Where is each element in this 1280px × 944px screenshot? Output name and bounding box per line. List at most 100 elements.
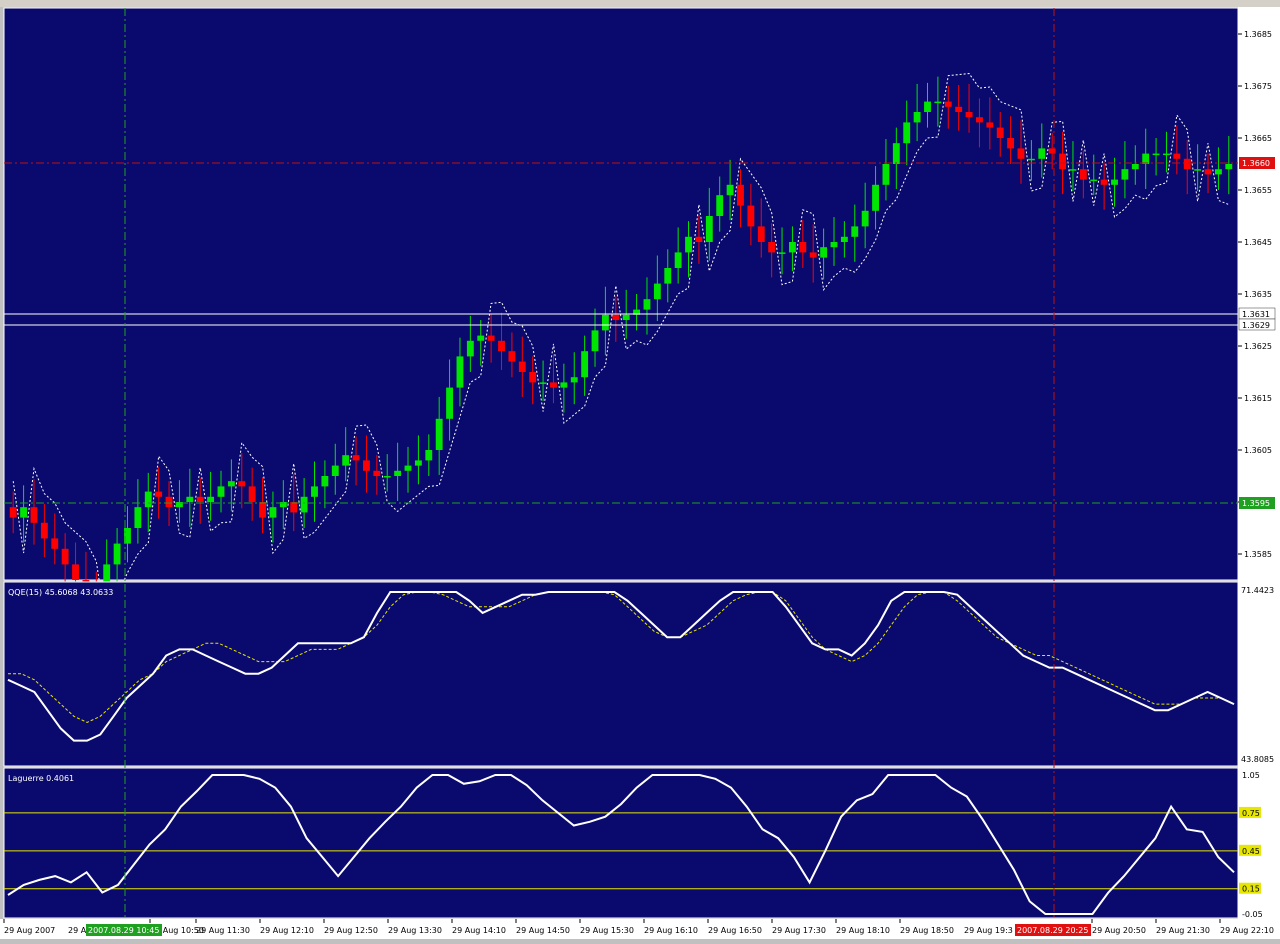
candle-bull bbox=[705, 216, 713, 242]
laguerre-panel[interactable] bbox=[3, 767, 1239, 919]
candle-bear bbox=[40, 522, 48, 539]
time-axis-label: 29 Aug 12:10 bbox=[260, 926, 314, 935]
candle-bull bbox=[924, 101, 931, 112]
candle-bull bbox=[778, 252, 786, 254]
candle-bull bbox=[934, 101, 942, 104]
candle-bull bbox=[840, 236, 848, 242]
candle-bull bbox=[394, 470, 402, 476]
candle-bear bbox=[290, 502, 298, 513]
candle-bear bbox=[1183, 158, 1191, 170]
price-tick-label: 1.3665 bbox=[1244, 134, 1272, 143]
time-axis-label: 29 Aug 22:10 bbox=[1220, 926, 1274, 935]
candle-bear bbox=[757, 226, 765, 242]
toolbar-strip bbox=[0, 0, 1280, 7]
candle-bull bbox=[1225, 164, 1233, 170]
qqe-title: QQE(15) 45.6068 43.0633 bbox=[8, 588, 113, 597]
candle-bear bbox=[768, 242, 776, 253]
candle-bull bbox=[300, 496, 308, 513]
candle-bear bbox=[809, 252, 817, 258]
laguerre-tick-label: 0.15 bbox=[1242, 885, 1260, 894]
time-axis-label: 29 Aug 14:10 bbox=[452, 926, 506, 935]
candle-bear bbox=[487, 335, 495, 341]
time-axis-label: 29 Aug 11:30 bbox=[196, 926, 250, 935]
candle-bull bbox=[144, 491, 152, 508]
candle-bear bbox=[1048, 148, 1056, 154]
bid-marker-label: 1.3660 bbox=[1242, 159, 1270, 168]
candle-bear bbox=[944, 101, 952, 107]
price-tick-label: 1.3605 bbox=[1244, 446, 1272, 455]
candle-bull bbox=[113, 543, 121, 565]
candle-bull bbox=[186, 496, 194, 502]
candle-bull bbox=[591, 330, 599, 352]
candle-bull bbox=[581, 351, 589, 378]
candle-bull bbox=[456, 356, 464, 388]
laguerre-tick-label: 1.05 bbox=[1242, 771, 1260, 780]
candle-bull bbox=[311, 486, 318, 497]
cursor-time-left-label: 2007.08.29 10:45 bbox=[88, 926, 159, 935]
candle-bull bbox=[820, 247, 828, 258]
candle-bull bbox=[1069, 169, 1077, 171]
candle-bull bbox=[1090, 179, 1098, 182]
time-axis-label: 29 Aug 20:50 bbox=[1092, 926, 1146, 935]
time-axis-label-partial: 29 A bbox=[68, 926, 87, 935]
candle-bull bbox=[1152, 153, 1160, 156]
candle-bear bbox=[165, 496, 173, 508]
candle-bear bbox=[1204, 169, 1212, 175]
candle-bear bbox=[550, 382, 557, 388]
candle-bear bbox=[9, 507, 17, 518]
candle-bear bbox=[498, 340, 505, 352]
time-axis-label: 29 Aug 21:30 bbox=[1156, 926, 1210, 935]
time-axis-label: 29 Aug 16:10 bbox=[644, 926, 698, 935]
chart-canvas[interactable]: 1.3685 1.3675 1.3665 1.3655 1.3645 1.3635 1.36… bbox=[0, 0, 1280, 939]
candle-bear bbox=[373, 470, 381, 476]
time-axis-label-partial-right: 29 Aug 19:3 bbox=[964, 926, 1013, 935]
candle-bull bbox=[539, 382, 547, 384]
candle-bull bbox=[830, 242, 838, 248]
candle-bull bbox=[851, 226, 859, 237]
candle-bull bbox=[134, 507, 142, 528]
time-axis-label: 29 Aug 17:30 bbox=[772, 926, 826, 935]
candle-bull bbox=[560, 382, 568, 388]
candle-bear bbox=[965, 112, 973, 118]
candle-bull bbox=[20, 507, 28, 518]
price-tick-label: 1.3615 bbox=[1244, 394, 1272, 403]
candle-bull bbox=[342, 455, 350, 466]
candle-bear bbox=[518, 361, 526, 372]
candle-bull bbox=[321, 476, 329, 487]
hline-upper-label: 1.3631 bbox=[1242, 310, 1270, 319]
candle-bull bbox=[601, 314, 609, 331]
time-axis-label: 29 Aug 13:30 bbox=[388, 926, 442, 935]
trading-chart[interactable]: 1.3685 1.3675 1.3665 1.3655 1.3645 1.3635 1.36… bbox=[0, 0, 1280, 939]
candle-bear bbox=[529, 372, 537, 383]
candle-bull bbox=[1142, 153, 1150, 164]
candle-bear bbox=[1100, 179, 1108, 185]
time-axis-label: 29 Aug 16:50 bbox=[708, 926, 762, 935]
candle-bull bbox=[861, 210, 869, 227]
price-tick-label: 1.3645 bbox=[1244, 238, 1272, 247]
candle-bear bbox=[986, 122, 994, 128]
candle-bull bbox=[913, 112, 921, 123]
candle-bear bbox=[352, 455, 360, 461]
candle-bear bbox=[737, 184, 744, 206]
candle-bear bbox=[799, 242, 807, 253]
candle-bear bbox=[747, 205, 755, 227]
qqe-panel[interactable] bbox=[3, 581, 1239, 767]
laguerre-tick-label: 0.45 bbox=[1242, 847, 1260, 856]
candle-bull bbox=[227, 481, 235, 487]
candle-bear bbox=[996, 127, 1004, 138]
candle-bull bbox=[664, 268, 672, 284]
candle-bear bbox=[1059, 153, 1066, 170]
candle-bull bbox=[1214, 169, 1222, 175]
candle-bull bbox=[217, 486, 225, 497]
candle-bull bbox=[1131, 164, 1139, 170]
price-panel[interactable] bbox=[3, 7, 1239, 581]
price-tick-label: 1.3625 bbox=[1244, 342, 1272, 351]
candle-bull bbox=[477, 335, 485, 341]
candle-bull bbox=[207, 496, 215, 502]
hline-lower-label: 1.3629 bbox=[1242, 321, 1270, 330]
candle-bull bbox=[892, 143, 900, 164]
time-axis-label: 29 Aug 2007 bbox=[4, 926, 55, 935]
candle-bull bbox=[1038, 148, 1046, 159]
price-tick-label: 1.3685 bbox=[1244, 30, 1272, 39]
candle-bull bbox=[570, 377, 578, 383]
